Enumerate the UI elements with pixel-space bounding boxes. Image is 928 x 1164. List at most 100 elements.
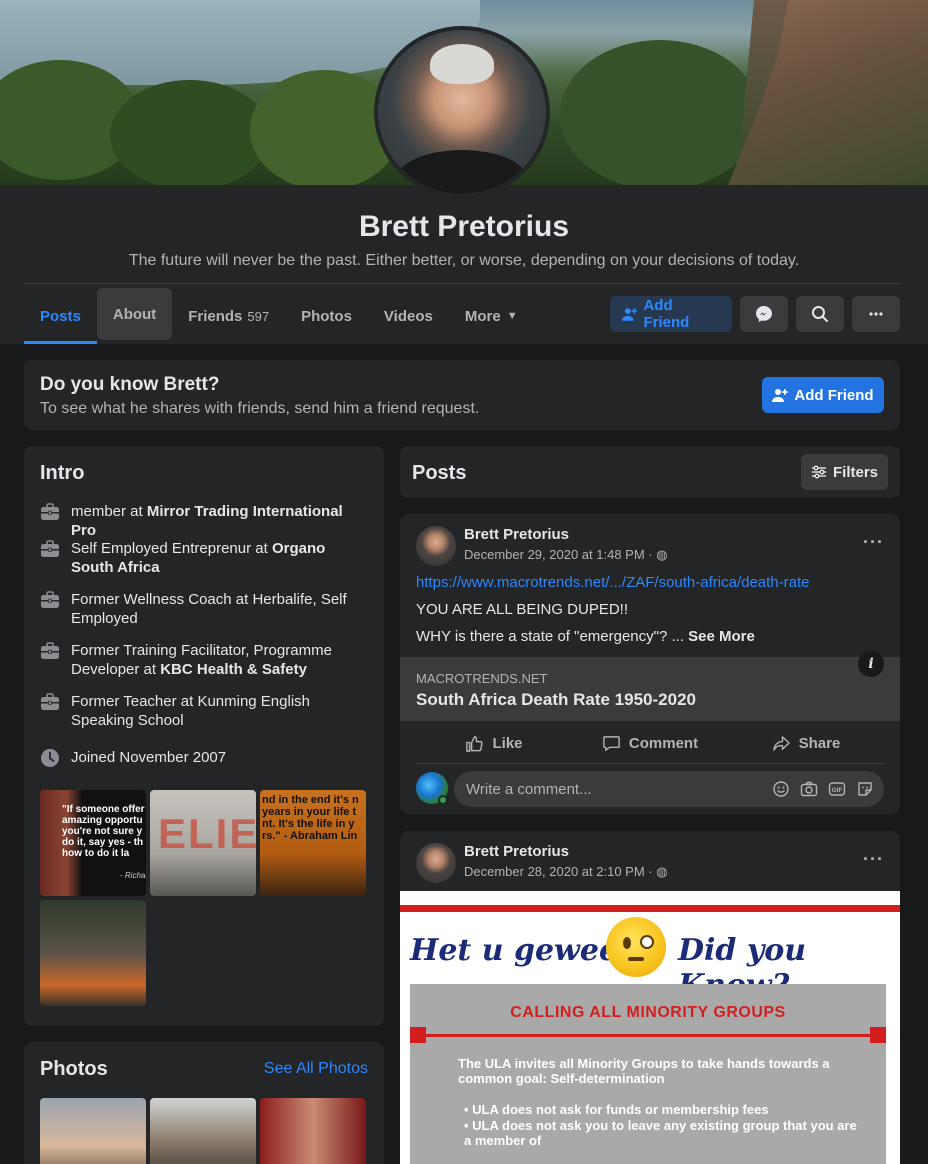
post-author-avatar[interactable] xyxy=(416,843,456,883)
post-author-name[interactable]: Brett Pretorius xyxy=(464,526,569,543)
search-button[interactable] xyxy=(796,296,844,332)
post-date-text: December 29, 2020 at 1:48 PM · xyxy=(464,547,657,562)
svg-text:GIF: GIF xyxy=(832,787,843,794)
photo-word-text: ELIEV xyxy=(158,810,256,857)
tab-label: More xyxy=(464,307,501,325)
tab-videos[interactable]: Videos xyxy=(368,288,449,344)
post-options-button[interactable]: ··· xyxy=(863,532,884,553)
intro-item: member at Mirror Trading International P… xyxy=(40,502,370,540)
featured-photo[interactable]: ELIEV xyxy=(150,790,256,896)
post: Brett Pretorius December 28, 2020 at 2:1… xyxy=(400,831,900,1164)
post-author-name[interactable]: Brett Pretorius xyxy=(464,843,569,860)
like-button[interactable]: Like xyxy=(416,724,572,763)
intro-card: Intro member at Mirror Trading Internati… xyxy=(24,446,384,1026)
tab-posts[interactable]: Posts xyxy=(24,288,97,344)
photo-thumbnail[interactable] xyxy=(150,1098,256,1164)
more-options-button[interactable] xyxy=(852,296,900,332)
intro-item-link[interactable]: KBC Health & Safety xyxy=(160,661,307,678)
profile-actions: Add Friend xyxy=(610,296,900,332)
profile-tabs: Posts About Friends 597 Photos Videos Mor… xyxy=(24,288,534,344)
featured-photo[interactable]: nd in the end it's n years in your life … xyxy=(260,790,366,896)
briefcase-icon xyxy=(41,503,59,520)
comment-composer: Write a comment... GIF xyxy=(416,771,884,807)
add-friend-button[interactable]: Add Friend xyxy=(610,296,732,332)
banner-add-friend-button[interactable]: Add Friend xyxy=(762,377,884,413)
camera-icon[interactable] xyxy=(800,780,818,798)
messenger-icon xyxy=(756,306,772,322)
tab-label: Videos xyxy=(383,307,433,325)
comment-input[interactable]: Write a comment... GIF xyxy=(454,771,884,807)
messenger-button[interactable] xyxy=(740,296,788,332)
photos-title: Photos xyxy=(40,1058,108,1080)
emoji-icon[interactable] xyxy=(772,780,790,798)
tab-photos[interactable]: Photos xyxy=(285,288,368,344)
briefcase-icon xyxy=(41,642,59,659)
see-more-link[interactable]: See More xyxy=(688,628,755,645)
search-icon xyxy=(812,306,828,322)
post-author-avatar[interactable] xyxy=(416,526,456,566)
post-options-button[interactable]: ··· xyxy=(863,849,884,870)
see-all-photos-link[interactable]: See All Photos xyxy=(264,1060,368,1078)
globe-icon: ◍ xyxy=(656,864,668,879)
intro-item-prefix: Former Teacher at Kunming English Speaki… xyxy=(71,693,311,729)
intro-item-prefix: Self Employed Entreprenur at xyxy=(71,540,272,557)
ellipsis-icon xyxy=(869,312,883,316)
post-image[interactable]: Het u geweet? Did you Know? CALLING ALL … xyxy=(400,891,900,1164)
notice-bullet: • ULA does not ask you to leave any exis… xyxy=(464,1118,857,1148)
intro-title: Intro xyxy=(40,462,85,484)
filters-button[interactable]: Filters xyxy=(801,454,888,490)
post-timestamp[interactable]: December 29, 2020 at 1:48 PM · ◍ xyxy=(464,547,668,563)
post-text-line: WHY is there a state of "emergency"? ...… xyxy=(416,628,755,645)
briefcase-icon xyxy=(41,591,59,608)
gif-icon[interactable]: GIF xyxy=(828,780,846,798)
profile-avatar[interactable] xyxy=(374,26,550,198)
intro-item: Former Training Facilitator, Programme D… xyxy=(40,641,370,679)
emoji-eye xyxy=(640,935,654,949)
posts-title: Posts xyxy=(412,462,467,484)
tab-more[interactable]: More ▼ xyxy=(449,288,534,344)
intro-item-prefix: Joined November 2007 xyxy=(71,749,227,766)
like-label: Like xyxy=(492,735,523,752)
info-icon[interactable]: i xyxy=(858,651,884,677)
avatar-hair xyxy=(430,44,494,84)
photo-signature-text: - Richar xyxy=(120,871,146,880)
link-preview[interactable]: MACROTRENDS.NET South Africa Death Rate … xyxy=(400,651,900,721)
post-date-text: December 28, 2020 at 2:10 PM · xyxy=(464,864,657,879)
intro-item-text: member at Mirror Trading International P… xyxy=(71,502,370,540)
add-friend-label: Add Friend xyxy=(643,297,690,331)
avatar-shirt xyxy=(396,150,528,194)
thumbs-up-icon xyxy=(466,736,484,752)
photo-quote-text: "If someone offer amazing opportu you're… xyxy=(62,804,145,859)
featured-photo[interactable]: "If someone offer amazing opportu you're… xyxy=(40,790,146,896)
tab-about[interactable]: About xyxy=(96,288,173,340)
add-friend-label: Add Friend xyxy=(794,386,874,404)
image-notice-box: CALLING ALL MINORITY GROUPS The ULA invi… xyxy=(410,984,886,1164)
intro-item-text: Former Wellness Coach at Herbalife, Self… xyxy=(71,590,370,628)
photo-quote-text: nd in the end it's n years in your life … xyxy=(262,794,359,842)
post: Brett Pretorius December 29, 2020 at 1:4… xyxy=(400,514,900,814)
post-link[interactable]: https://www.macrotrends.net/.../ZAF/sout… xyxy=(416,574,810,591)
notice-title: CALLING ALL MINORITY GROUPS xyxy=(510,1004,786,1021)
globe-icon: ◍ xyxy=(656,547,668,562)
photo-thumbnail[interactable] xyxy=(260,1098,366,1164)
sticker-icon[interactable] xyxy=(856,780,874,798)
preview-title: South Africa Death Rate 1950-2020 xyxy=(416,690,696,709)
intro-item: Former Teacher at Kunming English Speaki… xyxy=(40,692,370,730)
emoji-eye xyxy=(623,937,631,949)
comment-placeholder: Write a comment... xyxy=(466,780,592,798)
profile-bio: The future will never be the past. Eithe… xyxy=(128,252,800,269)
tab-friends[interactable]: Friends 597 xyxy=(172,288,285,344)
add-user-icon xyxy=(622,308,638,321)
cover-tree xyxy=(560,40,760,185)
avatar-photo xyxy=(378,30,546,194)
tab-label: About xyxy=(112,305,157,323)
share-button[interactable]: Share xyxy=(728,724,884,763)
intro-item-prefix: Former Wellness Coach at Herbalife, Self… xyxy=(71,591,347,627)
featured-photo[interactable] xyxy=(40,900,146,1006)
share-label: Share xyxy=(798,735,841,752)
intro-item: Self Employed Entreprenur at Organo Sout… xyxy=(40,539,370,577)
post-timestamp[interactable]: December 28, 2020 at 2:10 PM · ◍ xyxy=(464,864,668,880)
photo-thumbnail[interactable] xyxy=(40,1098,146,1164)
comment-button[interactable]: Comment xyxy=(572,724,728,763)
caret-down-icon: ▼ xyxy=(506,310,518,322)
